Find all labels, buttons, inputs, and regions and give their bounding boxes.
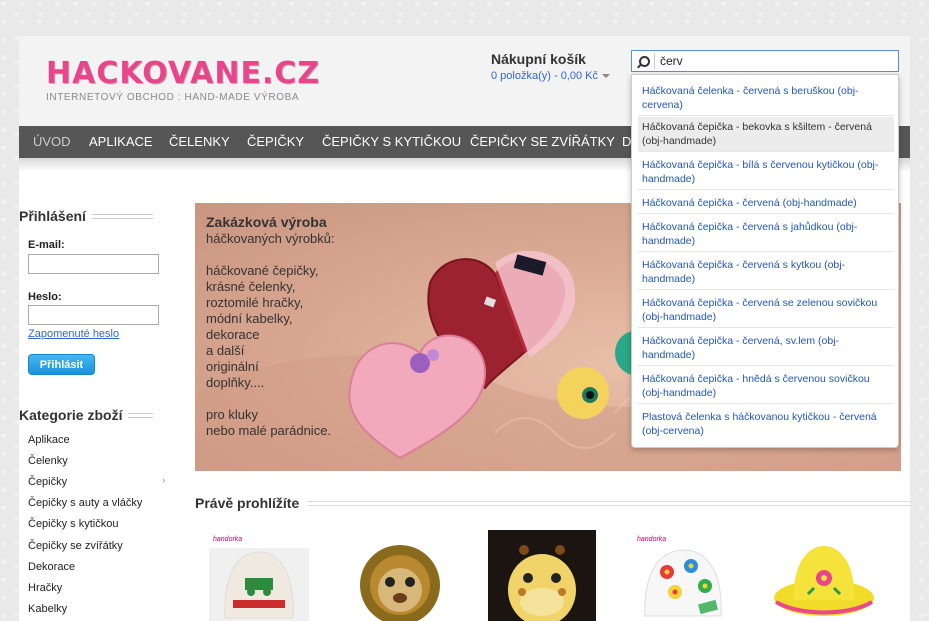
product-thumb[interactable] [346,530,454,621]
thumb-watermark: handorka [637,536,667,543]
banner-line: roztomilé hračky, [206,295,304,310]
product-image [488,530,596,621]
chevron-down-icon [602,74,610,79]
banner-title: Zakázková výroba [206,214,327,230]
cart-summary-text: 0 položka(y) - 0,00 Kč [491,70,598,82]
banner-line: módní kabelky, [206,311,293,326]
product-thumb[interactable]: handorka [205,530,313,621]
cart-title[interactable]: Nákupní košík [491,51,586,67]
password-field[interactable] [28,305,159,325]
search-box[interactable] [631,50,899,72]
nav-item-cepicky-s-kytickou[interactable]: ČEPIČKY S KYTIČKOU [322,126,461,158]
suggestion-item[interactable]: Háčkovaná čepička - červená s jahůdkou (… [638,217,894,252]
category-item[interactable]: Čepičky se zvířátky [28,540,123,552]
categories-heading-text: Kategorie zboží [19,407,123,423]
thumb-watermark: handorka [213,536,243,543]
nav-item-aplikace[interactable]: APLIKACE [89,126,153,158]
recent-heading-text: Právě prohlížíte [195,495,300,511]
nav-item-cepicky-se-viratky[interactable]: ČEPIČKY SE ZVÍŘÁTKY [470,126,615,158]
email-field[interactable] [28,254,159,274]
chevron-right-icon: › [162,475,166,486]
search-input[interactable] [660,53,890,69]
suggestion-item[interactable]: Háčkovaná čepička - červená se zelenou s… [638,293,894,328]
heading-divider [91,213,153,219]
login-heading-text: Přihlášení [19,208,86,224]
banner-line: dekorace [206,327,260,342]
product-image [205,530,313,621]
nav-item-celenky[interactable]: ČELENKY [169,126,230,158]
suggestion-item[interactable]: Háčkovaná čepička - bekovka s kšiltem - … [638,117,894,152]
category-item[interactable]: Hračky [28,582,62,594]
suggestion-item[interactable]: Háčkovaná čepička - červená s kytkou (ob… [638,255,894,290]
suggestion-item[interactable]: Háčkovaná čepička - červená (obj-handmad… [638,193,894,214]
category-item[interactable]: Čepičky s kytičkou [28,518,118,530]
banner-line: a další [206,343,245,358]
product-thumb[interactable] [770,530,878,621]
email-label: E-mail: [28,239,65,251]
forgot-password-link[interactable]: Zapomenuté heslo [28,328,119,340]
heading-divider [307,500,910,506]
nav-item-cepicky[interactable]: ČEPIČKY [247,126,304,158]
heading-divider [128,412,153,418]
banner-line: pro kluky [206,407,259,422]
login-button[interactable]: Přihlásit [28,354,95,375]
nav-item-uvod[interactable]: ÚVOD [33,126,71,158]
banner-line: krásné čelenky, [206,279,296,294]
login-heading: Přihlášení [19,208,153,224]
category-item[interactable]: Kabelky [28,603,67,615]
banner-line: originální [206,359,259,374]
suggestion-item[interactable]: Háčkovaná čepička - hnědá s červenou sov… [638,369,894,404]
password-label: Heslo: [28,291,62,303]
search-suggestions: Háčkovaná čelenka - červená s beruškou (… [631,74,899,448]
categories-heading: Kategorie zboží [19,407,153,423]
category-item[interactable]: Čepičky [28,476,67,488]
logo[interactable]: HACKOVANE.CZ [46,56,320,91]
product-thumb[interactable] [488,530,596,621]
category-item[interactable]: Dekorace [28,561,75,573]
category-item[interactable]: Aplikace [28,434,70,446]
suggestion-item[interactable]: Háčkovaná čepička - červená, sv.lem (obj… [638,331,894,366]
banner-line: doplňky.... [206,375,265,390]
banner-line: nebo malé parádnice. [206,423,332,438]
product-thumb[interactable]: handorka [629,530,737,621]
banner-line: háčkovaných výrobků: [206,231,335,246]
suggestion-item[interactable]: Plastová čelenka s háčkovanou kytičkou -… [638,407,894,441]
search-icon[interactable] [636,54,654,70]
logo-tagline: INTERNETOVÝ OBCHOD : HAND-MADE VÝROBA [46,92,300,103]
category-item[interactable]: Čelenky [28,455,68,467]
suggestion-item[interactable]: Háčkovaná čepička - bílá s červenou kyti… [638,155,894,190]
product-image [629,530,737,621]
nav-item-d[interactable]: D [622,126,631,158]
recent-heading: Právě prohlížíte [195,495,910,511]
suggestion-item[interactable]: Háčkovaná čelenka - červená s beruškou (… [638,81,894,116]
category-item[interactable]: Čepičky s auty a vláčky [28,497,142,509]
search-divider [654,53,655,69]
cart-summary[interactable]: 0 položka(y) - 0,00 Kč [491,70,610,82]
product-image [770,530,878,621]
banner-line: háčkované čepičky, [206,263,319,278]
product-image [346,530,454,621]
